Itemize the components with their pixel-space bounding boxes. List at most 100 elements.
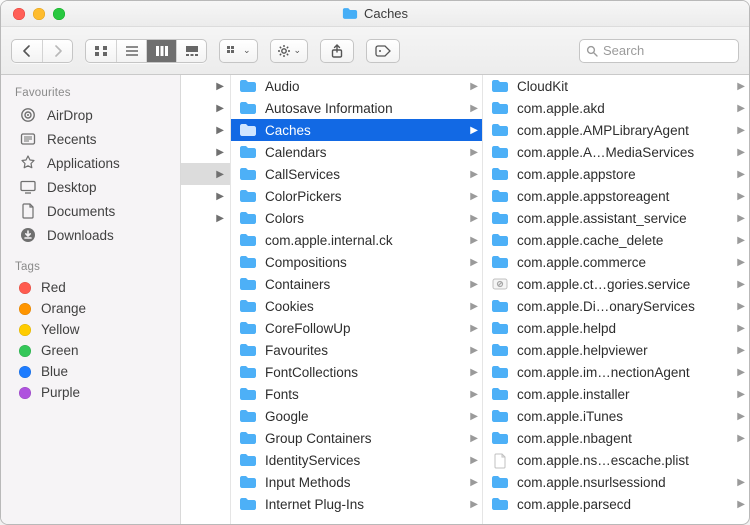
minimize-window-button[interactable] <box>33 8 45 20</box>
list-item[interactable]: CloudKit▶ <box>483 75 749 97</box>
list-item[interactable]: Audio▶ <box>231 75 482 97</box>
list-item[interactable]: ▶ <box>181 119 230 141</box>
list-item[interactable]: com.apple.internal.ck▶ <box>231 229 482 251</box>
list-item[interactable]: Favourites▶ <box>231 339 482 361</box>
group-by-button[interactable]: ⌄ <box>219 39 258 63</box>
sidebar-tag-orange[interactable]: Orange <box>1 298 180 319</box>
list-item[interactable]: Google▶ <box>231 405 482 427</box>
list-item[interactable]: Autosave Information▶ <box>231 97 482 119</box>
chevron-right-icon: ▶ <box>470 103 478 114</box>
list-item[interactable]: Calendars▶ <box>231 141 482 163</box>
list-item[interactable]: Compositions▶ <box>231 251 482 273</box>
share-button[interactable] <box>320 39 354 63</box>
sidebar-item-recents[interactable]: Recents <box>1 127 180 151</box>
chevron-right-icon: ▶ <box>737 257 745 268</box>
sidebar-tag-green[interactable]: Green <box>1 340 180 361</box>
list-item[interactable]: com.apple.ct…gories.service ▶ <box>483 273 749 295</box>
list-item[interactable]: IdentityServices▶ <box>231 449 482 471</box>
list-item[interactable]: com.apple.commerce ▶ <box>483 251 749 273</box>
list-item-selected[interactable]: ▶ <box>181 163 230 185</box>
list-item[interactable]: com.apple.Di…onaryServices ▶ <box>483 295 749 317</box>
list-item[interactable]: com.apple.ns…escache.plist <box>483 449 749 471</box>
sidebar-tag-yellow[interactable]: Yellow <box>1 319 180 340</box>
list-item[interactable]: Fonts▶ <box>231 383 482 405</box>
list-item[interactable]: CoreFollowUp▶ <box>231 317 482 339</box>
sidebar-item-documents[interactable]: Documents <box>1 199 180 223</box>
list-item[interactable]: com.apple.parsecd▶ <box>483 493 749 515</box>
zoom-window-button[interactable] <box>53 8 65 20</box>
gallery-view-button[interactable] <box>176 40 206 62</box>
column-view-button[interactable] <box>146 40 176 62</box>
list-item[interactable]: com.apple.iTunes▶ <box>483 405 749 427</box>
list-item[interactable]: com.apple.A…MediaServices▶ <box>483 141 749 163</box>
list-item[interactable]: ▶ <box>181 185 230 207</box>
chevron-right-icon: ▶ <box>470 389 478 400</box>
search-field[interactable]: Search <box>579 39 739 63</box>
sidebar: Favourites AirDrop Recents Applications … <box>1 75 181 524</box>
list-item[interactable]: com.apple.nbagent▶ <box>483 427 749 449</box>
icon-view-button[interactable] <box>86 40 116 62</box>
chevron-right-icon: ▶ <box>737 279 745 290</box>
sidebar-item-label: Downloads <box>47 228 114 243</box>
list-item[interactable]: com.apple.appstoreagent▶ <box>483 185 749 207</box>
list-item[interactable]: Colors▶ <box>231 207 482 229</box>
list-view-button[interactable] <box>116 40 146 62</box>
item-label: com.apple.helpviewer <box>517 343 729 358</box>
item-label: com.apple.assistant_service <box>517 211 729 226</box>
item-label: CallServices <box>265 167 462 182</box>
column-child: CloudKit▶com.apple.akd▶com.apple.AMPLibr… <box>483 75 749 524</box>
item-label: com.apple.commerce <box>517 255 729 270</box>
list-item[interactable]: Containers▶ <box>231 273 482 295</box>
sidebar-item-applications[interactable]: Applications <box>1 151 180 175</box>
item-label: com.apple.ct…gories.service <box>517 277 729 292</box>
sidebar-tag-red[interactable]: Red <box>1 277 180 298</box>
item-label: IdentityServices <box>265 453 462 468</box>
sidebar-item-label: Purple <box>41 385 80 400</box>
list-item[interactable]: ▶ <box>181 75 230 97</box>
chevron-right-icon: ▶ <box>737 301 745 312</box>
item-label: com.apple.im…nectionAgent <box>517 365 729 380</box>
item-label: com.apple.Di…onaryServices <box>517 299 729 314</box>
list-item[interactable]: ▶ <box>181 97 230 119</box>
list-item[interactable]: com.apple.helpviewer▶ <box>483 339 749 361</box>
list-item[interactable]: com.apple.akd▶ <box>483 97 749 119</box>
forward-button[interactable] <box>42 40 72 62</box>
list-item[interactable]: ColorPickers▶ <box>231 185 482 207</box>
back-button[interactable] <box>12 40 42 62</box>
list-item[interactable]: com.apple.cache_delete▶ <box>483 229 749 251</box>
sidebar-tag-blue[interactable]: Blue <box>1 361 180 382</box>
action-button[interactable]: ⌄ <box>270 39 309 63</box>
tags-button[interactable] <box>366 39 400 63</box>
list-item-selected[interactable]: Caches▶ <box>231 119 482 141</box>
item-label: Colors <box>265 211 462 226</box>
list-item[interactable]: com.apple.assistant_service▶ <box>483 207 749 229</box>
item-label: CloudKit <box>517 79 729 94</box>
item-label: com.apple.appstoreagent <box>517 189 729 204</box>
list-item[interactable]: com.apple.installer▶ <box>483 383 749 405</box>
list-item[interactable]: CallServices▶ <box>231 163 482 185</box>
folder-icon <box>239 277 257 291</box>
list-item[interactable]: Internet Plug-Ins▶ <box>231 493 482 515</box>
chevron-right-icon: ▶ <box>470 81 478 92</box>
list-item[interactable]: Cookies▶ <box>231 295 482 317</box>
list-item[interactable]: FontCollections▶ <box>231 361 482 383</box>
list-item[interactable]: ▶ <box>181 141 230 163</box>
nav-buttons <box>11 39 73 63</box>
sidebar-item-airdrop[interactable]: AirDrop <box>1 103 180 127</box>
sidebar-tag-purple[interactable]: Purple <box>1 382 180 403</box>
close-window-button[interactable] <box>13 8 25 20</box>
list-item[interactable]: com.apple.nsurlsessiond▶ <box>483 471 749 493</box>
folder-icon <box>491 343 509 357</box>
list-item[interactable]: com.apple.appstore▶ <box>483 163 749 185</box>
list-item[interactable]: com.apple.im…nectionAgent▶ <box>483 361 749 383</box>
list-item[interactable]: Group Containers▶ <box>231 427 482 449</box>
sidebar-item-desktop[interactable]: Desktop <box>1 175 180 199</box>
chevron-right-icon: ▶ <box>470 433 478 444</box>
list-item[interactable]: com.apple.AMPLibraryAgent▶ <box>483 119 749 141</box>
list-item[interactable]: Input Methods▶ <box>231 471 482 493</box>
list-item[interactable]: com.apple.helpd▶ <box>483 317 749 339</box>
folder-icon <box>342 7 358 20</box>
column-browser: ▶ ▶ ▶ ▶ ▶ ▶ ▶ Audio▶Autosave Information… <box>181 75 749 524</box>
list-item[interactable]: ▶ <box>181 207 230 229</box>
sidebar-item-downloads[interactable]: Downloads <box>1 223 180 247</box>
